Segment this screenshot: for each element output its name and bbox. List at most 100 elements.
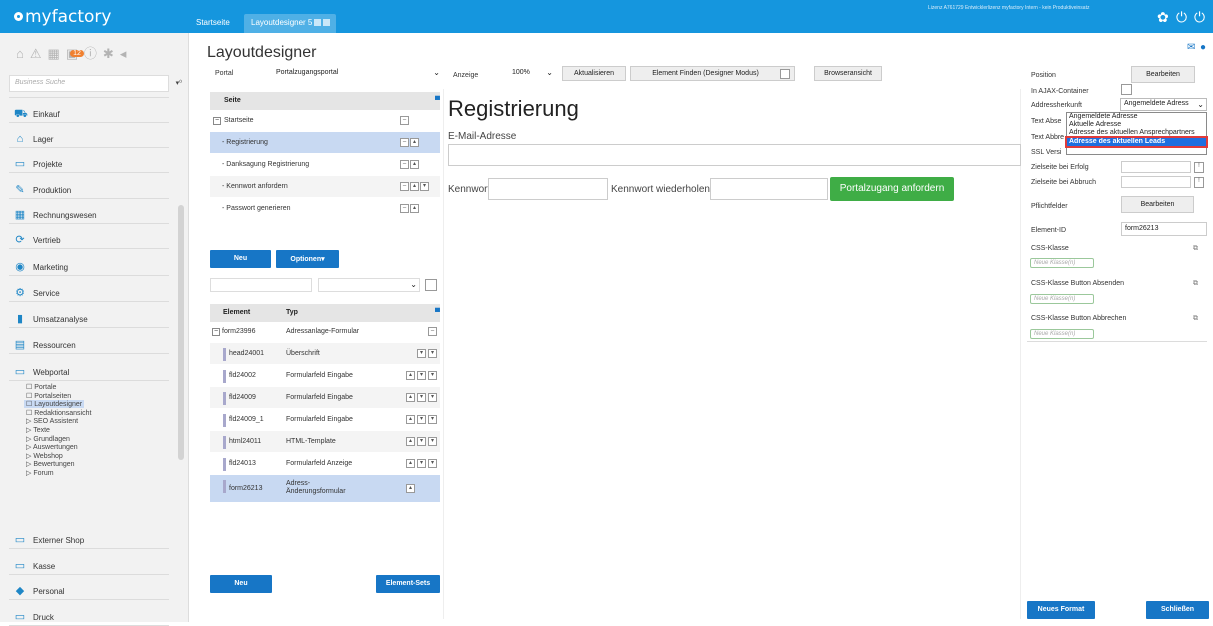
- element-filter-checkbox[interactable]: [425, 279, 437, 291]
- row-action-icon[interactable]: ▾: [428, 437, 437, 446]
- row-action-icon[interactable]: ▾: [417, 349, 426, 358]
- page-row[interactable]: - Registrierung – ▴: [210, 132, 440, 154]
- copy-icon[interactable]: ⧉: [1193, 315, 1198, 323]
- dropdown-option-selected[interactable]: Adresse des aktuellen Leads: [1065, 136, 1208, 148]
- home-icon[interactable]: ⌂: [16, 46, 30, 61]
- webportal-subitem[interactable]: ▷ Auswertungen: [26, 443, 78, 451]
- business-search-input[interactable]: Business Suche ▾⁰: [9, 75, 182, 92]
- table-settings-icon[interactable]: ▀: [435, 97, 440, 104]
- row-action-icon[interactable]: ▴: [410, 138, 419, 147]
- sidebar-item-webportal[interactable]: ▭ Webportal: [14, 363, 70, 381]
- new-element-button[interactable]: Neu: [210, 575, 272, 593]
- element-sets-button[interactable]: Element-Sets: [376, 575, 440, 593]
- css-class-input[interactable]: Neue Klasse(n): [1030, 258, 1094, 268]
- power-icon[interactable]: ⏻: [1176, 10, 1187, 24]
- page-row[interactable]: - Danksagung Registrierung – ▴: [210, 154, 440, 176]
- new-format-button[interactable]: Neues Format: [1027, 601, 1095, 619]
- password-repeat-input[interactable]: [710, 178, 828, 200]
- browser-view-button[interactable]: Browseransicht: [814, 66, 882, 81]
- element-row[interactable]: fld24009_1 Formularfeld Eingabe ▴ ▾ ▾: [210, 409, 440, 431]
- sidebar-item-externer-shop[interactable]: ▭ Externer Shop: [14, 531, 84, 549]
- webportal-subitem[interactable]: ☐ Redaktionsansicht: [26, 409, 91, 417]
- pin-icon[interactable]: ✱: [103, 46, 120, 61]
- tab-menu-icon[interactable]: [314, 19, 322, 26]
- webportal-subitem[interactable]: ▷ Grundlagen: [26, 435, 70, 443]
- row-action-icon[interactable]: ▾: [417, 459, 426, 468]
- warning-icon[interactable]: ⚠: [30, 46, 48, 61]
- search-dropdown-icon[interactable]: ▾⁰: [176, 79, 182, 87]
- ajax-checkbox[interactable]: [1121, 84, 1132, 95]
- element-row[interactable]: fld24002 Formularfeld Eingabe ▴ ▾ ▾: [210, 365, 440, 387]
- password-input[interactable]: [488, 178, 608, 200]
- element-filter-input[interactable]: [210, 278, 312, 292]
- email-input[interactable]: [448, 144, 1021, 166]
- sidebar-item-umsatzanalyse[interactable]: ▮ Umsatzanalyse: [14, 310, 88, 328]
- portal-select[interactable]: Portalzugangsportal ⌄: [272, 67, 442, 81]
- css-cancel-input[interactable]: Neue Klasse(n): [1030, 329, 1094, 339]
- tab-layoutdesigner[interactable]: Layoutdesigner 5: [244, 14, 336, 33]
- page-row[interactable]: − Startseite –: [210, 110, 440, 132]
- sidebar-item-vertrieb[interactable]: ⟳ Vertrieb: [14, 231, 60, 249]
- row-action-icon[interactable]: ▾: [428, 459, 437, 468]
- sidebar-item-ressourcen[interactable]: ▤ Ressourcen: [14, 336, 76, 354]
- row-action-icon[interactable]: ▾: [428, 371, 437, 380]
- row-action-icon[interactable]: ▴: [410, 182, 419, 191]
- dropdown-option[interactable]: Angemeldete Adresse: [1067, 113, 1206, 121]
- new-page-button[interactable]: Neu: [210, 250, 271, 268]
- row-action-icon[interactable]: –: [400, 160, 409, 169]
- row-action-icon[interactable]: –: [428, 327, 437, 336]
- element-row[interactable]: form26213 Adress- Änderungsformular ▴: [210, 475, 440, 503]
- herkunft-dropdown-list[interactable]: Angemeldete Adresse Aktuelle Adresse Adr…: [1065, 112, 1208, 155]
- element-id-input[interactable]: form26213: [1121, 222, 1207, 236]
- webportal-subitem[interactable]: ▷ Forum: [26, 469, 54, 477]
- element-row[interactable]: html24011 HTML-Template ▴ ▾ ▾: [210, 431, 440, 453]
- collapse-icon[interactable]: −: [212, 328, 220, 336]
- sidebar-item-druck[interactable]: ▭ Druck: [14, 608, 54, 626]
- row-action-icon[interactable]: ▾: [417, 415, 426, 424]
- info-icon[interactable]: ⓘ: [84, 46, 103, 61]
- sidebar-item-personal[interactable]: ◆ Personal: [14, 582, 65, 600]
- webportal-subitem[interactable]: ▷ SEO Assistent: [26, 417, 78, 425]
- row-action-icon[interactable]: ▴: [410, 204, 419, 213]
- tab-close-icon[interactable]: [323, 19, 331, 26]
- logout-icon[interactable]: ⏻: [1194, 10, 1205, 24]
- row-action-icon[interactable]: ▾: [428, 393, 437, 402]
- sidebar-item-lager[interactable]: ⌂ Lager: [14, 130, 54, 148]
- dropdown-option[interactable]: Adresse des aktuellen Ansprechpartners: [1067, 129, 1206, 137]
- designer-mode-checkbox[interactable]: [780, 69, 790, 79]
- row-action-icon[interactable]: –: [400, 204, 409, 213]
- app-logo[interactable]: myfactory: [14, 7, 112, 27]
- required-fields-edit-button[interactable]: Bearbeiten: [1121, 196, 1194, 213]
- row-action-icon[interactable]: ▾: [420, 182, 429, 191]
- gear-icon[interactable]: ✿: [1157, 10, 1169, 24]
- row-action-icon[interactable]: ▾: [428, 349, 437, 358]
- request-access-button[interactable]: Portalzugang anfordern: [830, 177, 954, 201]
- webportal-subitem[interactable]: ▷ Texte: [26, 426, 50, 434]
- sidebar-item-marketing[interactable]: ◉ Marketing: [14, 258, 68, 276]
- element-row[interactable]: fld24009 Formularfeld Eingabe ▴ ▾ ▾: [210, 387, 440, 409]
- sidebar-scrollbar[interactable]: [178, 205, 184, 460]
- row-action-icon[interactable]: –: [400, 182, 409, 191]
- copy-icon[interactable]: ⧉: [1193, 245, 1198, 253]
- mail-icon[interactable]: ✉: [1187, 42, 1195, 53]
- table-settings-icon[interactable]: ▀: [435, 309, 440, 316]
- row-action-icon[interactable]: ▴: [406, 459, 415, 468]
- position-edit-button[interactable]: Bearbeiten: [1131, 66, 1195, 83]
- webportal-subitem[interactable]: ☐ Layoutdesigner: [24, 400, 85, 409]
- css-submit-input[interactable]: Neue Klasse(n): [1030, 294, 1094, 304]
- help-icon[interactable]: ●: [1200, 42, 1206, 53]
- row-action-icon[interactable]: ▴: [406, 371, 415, 380]
- page-row[interactable]: - Kennwort anfordern – ▴ ▾: [210, 176, 440, 198]
- collapse-icon[interactable]: ◂: [120, 46, 133, 61]
- sidebar-item-service[interactable]: ⚙ Service: [14, 284, 60, 302]
- copy-icon[interactable]: ⧉: [1193, 280, 1198, 288]
- cancel-page-picker-icon[interactable]: !: [1194, 177, 1204, 188]
- herkunft-select[interactable]: Angemeldete Adress ⌄: [1120, 98, 1207, 111]
- row-action-icon[interactable]: ▴: [406, 415, 415, 424]
- row-action-icon[interactable]: ▴: [406, 393, 415, 402]
- grid-icon[interactable]: ▦: [48, 46, 66, 61]
- tab-startseite[interactable]: Startseite: [196, 18, 230, 27]
- element-row[interactable]: head24001 Überschrift ▾ ▾: [210, 343, 440, 365]
- row-action-icon[interactable]: ▾: [417, 393, 426, 402]
- row-action-icon[interactable]: –: [400, 138, 409, 147]
